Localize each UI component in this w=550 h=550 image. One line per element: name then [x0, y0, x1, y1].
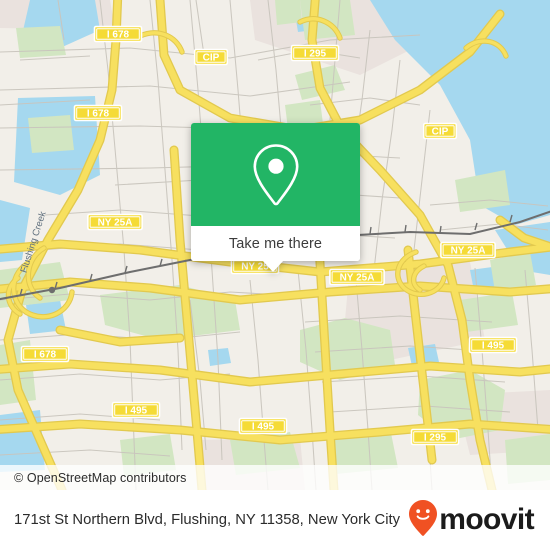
road-shield: I 678 [73, 104, 123, 122]
road-shield-label: I 295 [424, 433, 447, 444]
road-shield-label: I 678 [107, 30, 130, 41]
road-shield-label: I 495 [252, 422, 275, 433]
popup-header [191, 123, 360, 226]
road-shield-label: I 495 [482, 341, 505, 352]
road-shield-label: CIP [432, 127, 449, 138]
road-shield: I 495 [111, 401, 161, 419]
road-shield: I 495 [468, 336, 518, 354]
map-pin-outline-icon [249, 142, 303, 208]
road-shield-label: CIP [203, 53, 220, 64]
moovit-logo[interactable]: moovit [408, 499, 535, 542]
road-shield-label: I 495 [125, 406, 148, 417]
road-shield-label: I 678 [87, 109, 110, 120]
destination-popup-card[interactable]: Take me there [191, 123, 360, 272]
popup-inner: Take me there [191, 123, 360, 261]
take-me-there-label: Take me there [228, 235, 323, 252]
popup-pointer-tail [262, 260, 284, 272]
address-text: 171st St Northern Blvd, Flushing, NY 113… [14, 511, 401, 528]
road-shield-label: I 678 [34, 350, 57, 361]
map-canvas[interactable]: Flushing Creek I 678 CIP I 295 CIP I 678 NY 2… [0, 0, 550, 490]
road-shield: NY 25A [329, 268, 385, 286]
road-shield: I 678 [93, 25, 143, 43]
road-shield-label: NY 25A [340, 273, 375, 284]
road-shield-label: NY 25A [98, 218, 133, 229]
road-shield-label: I 295 [304, 49, 327, 60]
road-shield: CIP [193, 48, 229, 66]
map-attribution-bar: © OpenStreetMap contributors [0, 465, 550, 490]
moovit-smiling-pin-icon [408, 499, 438, 542]
moovit-wordmark: moovit [439, 503, 534, 536]
road-shield: NY 25A [87, 213, 143, 231]
road-shield: I 295 [410, 428, 460, 446]
popup-footer[interactable]: Take me there [191, 226, 360, 261]
road-shield: I 295 [290, 44, 340, 62]
moovit-map-page: Flushing Creek I 678 CIP I 295 CIP I 678 NY 2… [0, 0, 550, 550]
road-shield: I 495 [238, 417, 288, 435]
road-shield-label: NY 25A [451, 246, 486, 257]
road-shield: I 678 [20, 345, 70, 363]
footer-bar: 171st St Northern Blvd, Flushing, NY 113… [0, 490, 550, 550]
osm-attribution-text[interactable]: © OpenStreetMap contributors [14, 471, 187, 485]
road-shield: NY 25A [440, 241, 496, 259]
road-shield: CIP [422, 122, 458, 140]
railway-station-dot [48, 286, 56, 294]
